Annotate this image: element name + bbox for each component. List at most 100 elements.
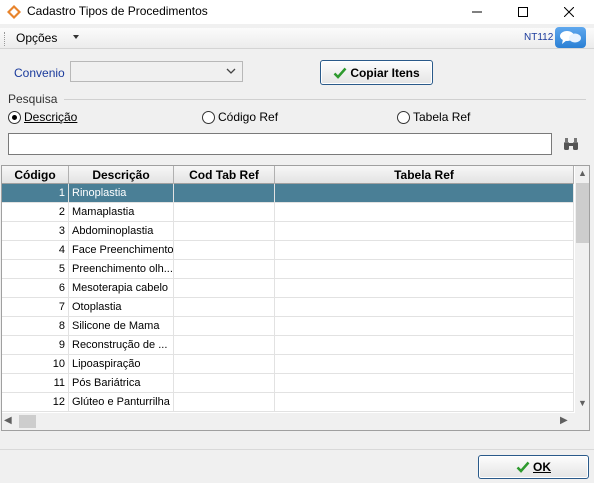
convenio-select[interactable] [70,61,243,82]
chevron-down-icon [226,68,236,74]
cell-cod-tab-ref[interactable] [174,393,275,412]
cell-descricao[interactable]: Silicone de Mama [69,317,174,336]
scroll-down-icon[interactable]: ▼ [575,398,589,410]
cell-codigo[interactable]: 9 [2,336,69,355]
radio-tabela-ref[interactable]: Tabela Ref [397,110,470,124]
cell-cod-tab-ref[interactable] [174,374,275,393]
minimize-icon [472,11,482,13]
cell-cod-tab-ref[interactable] [174,355,275,374]
cell-codigo[interactable]: 6 [2,279,69,298]
table-row[interactable]: 11 Pós Bariátrica [2,374,574,393]
ok-button[interactable]: OK [478,455,589,479]
cell-tabela-ref[interactable] [275,355,574,374]
copiar-itens-button[interactable]: Copiar Itens [320,60,433,85]
cell-cod-tab-ref[interactable] [174,222,275,241]
minimize-button[interactable] [454,0,500,24]
table-row[interactable]: 5 Preenchimento olh... [2,260,574,279]
table-row[interactable]: 10 Lipoaspiração [2,355,574,374]
radio-dot-tabela-ref[interactable] [397,110,410,124]
menu-opcoes[interactable]: Opções [16,31,57,45]
cell-tabela-ref[interactable] [275,184,574,203]
cell-cod-tab-ref[interactable] [174,336,275,355]
table-row[interactable]: 7 Otoplastia [2,298,574,317]
column-header-descricao[interactable]: Descrição [69,166,174,184]
scroll-right-icon[interactable]: ▶ [560,415,568,426]
scroll-left-icon[interactable]: ◀ [4,415,12,426]
cell-cod-tab-ref[interactable] [174,203,275,222]
radio-dot-descricao[interactable] [8,110,21,124]
copiar-itens-label: Copiar Itens [350,65,420,80]
ok-label: OK [533,460,551,474]
close-button[interactable] [546,0,592,24]
cell-cod-tab-ref[interactable] [174,317,275,336]
cell-tabela-ref[interactable] [275,317,574,336]
table-row[interactable]: 1 Rinoplastia [2,184,574,203]
cell-descricao[interactable]: Reconstrução de ... [69,336,174,355]
cell-tabela-ref[interactable] [275,336,574,355]
radio-codigo-ref[interactable]: Código Ref [202,110,278,124]
cell-descricao[interactable]: Pós Bariátrica [69,374,174,393]
cell-codigo[interactable]: 1 [2,184,69,203]
cell-codigo[interactable]: 10 [2,355,69,374]
table-row[interactable]: 6 Mesoterapia cabelo [2,279,574,298]
radio-descricao[interactable]: Descrição [8,110,77,124]
horizontal-scrollbar[interactable]: ◀ ▶ [2,413,589,430]
table-row[interactable]: 9 Reconstrução de ... [2,336,574,355]
column-header-codigo[interactable]: Código [2,166,69,184]
column-header-cod-tab-ref[interactable]: Cod Tab Ref [174,166,275,184]
cell-codigo[interactable]: 7 [2,298,69,317]
cell-cod-tab-ref[interactable] [174,298,275,317]
radio-dot-codigo-ref[interactable] [202,110,215,124]
table-row[interactable]: 12 Glúteo e Panturrilha [2,393,574,412]
window-title: Cadastro Tipos de Procedimentos [27,4,208,18]
cell-tabela-ref[interactable] [275,241,574,260]
binoculars-icon[interactable] [563,137,579,151]
cell-tabela-ref[interactable] [275,374,574,393]
cell-descricao[interactable]: Rinoplastia [69,184,174,203]
maximize-button[interactable] [500,0,546,24]
cell-codigo[interactable]: 11 [2,374,69,393]
cell-descricao[interactable]: Abdominoplastia [69,222,174,241]
cell-descricao[interactable]: Preenchimento olh... [69,260,174,279]
cell-cod-tab-ref[interactable] [174,279,275,298]
vertical-scroll-thumb[interactable] [576,183,589,243]
horizontal-scroll-thumb[interactable] [19,415,36,428]
cell-tabela-ref[interactable] [275,393,574,412]
nt-label: NT112 [524,32,554,43]
cell-tabela-ref[interactable] [275,203,574,222]
cell-descricao[interactable]: Otoplastia [69,298,174,317]
menu-grip [4,32,6,46]
cell-descricao[interactable]: Mesoterapia cabelo [69,279,174,298]
search-input[interactable] [8,133,552,155]
cell-codigo[interactable]: 8 [2,317,69,336]
table-header: Código Descrição Cod Tab Ref Tabela Ref [2,166,574,184]
cell-descricao[interactable]: Face Preenchimento [69,241,174,260]
scroll-up-icon[interactable]: ▲ [575,168,589,180]
footer-divider [0,449,594,450]
procedures-table[interactable]: Código Descrição Cod Tab Ref Tabela Ref … [1,165,590,431]
table-row[interactable]: 2 Mamaplastia [2,203,574,222]
table-row[interactable]: 8 Silicone de Mama [2,317,574,336]
cell-codigo[interactable]: 5 [2,260,69,279]
menu-bar: Opções NT112 [0,28,594,49]
cell-codigo[interactable]: 12 [2,393,69,412]
cell-descricao[interactable]: Lipoaspiração [69,355,174,374]
cell-cod-tab-ref[interactable] [174,241,275,260]
table-row[interactable]: 3 Abdominoplastia [2,222,574,241]
cell-codigo[interactable]: 2 [2,203,69,222]
cell-tabela-ref[interactable] [275,298,574,317]
cell-codigo[interactable]: 3 [2,222,69,241]
table-row[interactable]: 4 Face Preenchimento [2,241,574,260]
cell-descricao[interactable]: Mamaplastia [69,203,174,222]
cell-tabela-ref[interactable] [275,279,574,298]
cell-cod-tab-ref[interactable] [174,260,275,279]
cell-cod-tab-ref[interactable] [174,184,275,203]
vertical-scrollbar[interactable]: ▲ ▼ [575,166,589,413]
cell-descricao[interactable]: Glúteo e Panturrilha [69,393,174,412]
column-header-tabela-ref[interactable]: Tabela Ref [275,166,574,184]
cell-tabela-ref[interactable] [275,222,574,241]
cell-tabela-ref[interactable] [275,260,574,279]
cell-codigo[interactable]: 4 [2,241,69,260]
chat-button[interactable] [555,27,586,48]
chevron-down-icon[interactable] [73,35,79,39]
